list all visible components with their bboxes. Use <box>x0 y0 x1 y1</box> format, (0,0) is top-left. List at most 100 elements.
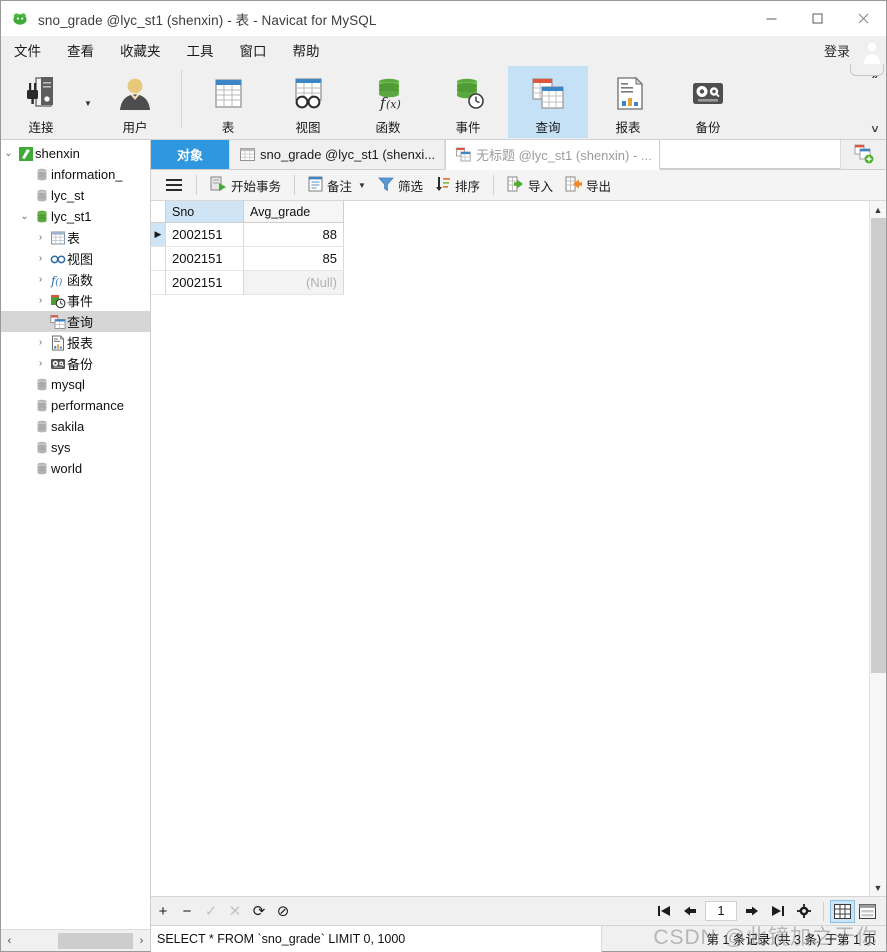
next-page-button[interactable] <box>739 899 765 923</box>
ribbon-button-view[interactable]: 视图 <box>268 66 348 138</box>
stop-button[interactable]: ⊘ <box>271 899 295 924</box>
first-page-button[interactable] <box>651 899 677 923</box>
refresh-button[interactable]: ⟳ <box>247 899 271 924</box>
add-record-button[interactable]: + <box>151 899 175 924</box>
row-gutter[interactable] <box>151 271 166 295</box>
data-grid[interactable]: Sno Avg_grade ▶ 2002151 88 2002151 85 2002151 (N… <box>151 201 869 896</box>
tree-item-事件[interactable]: › 事件 <box>1 290 150 311</box>
ribbon-button-table[interactable]: 表 <box>188 66 268 138</box>
scroll-down-icon[interactable]: ▼ <box>870 879 887 896</box>
export-button[interactable]: 导出 <box>559 172 617 198</box>
form-view-icon[interactable] <box>855 900 880 923</box>
tree-item-lyc_st[interactable]: lyc_st <box>1 185 150 206</box>
grid-scroll-track[interactable] <box>870 218 887 879</box>
menu-favorites[interactable]: 收藏夹 <box>107 37 174 63</box>
sidebar-scroll-thumb[interactable] <box>58 932 133 949</box>
tree-item-shenxin[interactable]: ⌄ shenxin <box>1 143 150 164</box>
tree-item-报表[interactable]: › 报表 <box>1 332 150 353</box>
column-header-avg_grade[interactable]: Avg_grade <box>244 201 344 223</box>
sort-button[interactable]: 排序 <box>429 172 486 198</box>
cancel-changes-button[interactable]: ✕ <box>223 899 247 924</box>
sidebar-horizontal-scrollbar[interactable]: ‹ › <box>1 929 150 951</box>
grid-scroll-thumb[interactable] <box>870 218 886 673</box>
ribbon-button-connection[interactable]: 连接 <box>1 66 81 138</box>
grid-vertical-scrollbar[interactable]: ▲ ▼ <box>869 201 886 896</box>
tab-sno-grade-table[interactable]: sno_grade @lyc_st1 (shenxi... <box>230 139 445 169</box>
tree-item-表[interactable]: › 表 <box>1 227 150 248</box>
tree-expander-icon[interactable]: ⌄ <box>1 148 16 159</box>
row-gutter[interactable] <box>151 247 166 271</box>
apply-changes-button[interactable]: ✓ <box>199 899 223 924</box>
ribbon-button-user[interactable]: 用户 <box>95 66 175 138</box>
begin-transaction-button[interactable]: 开始事务 <box>204 172 287 198</box>
tree-item-sys[interactable]: sys <box>1 437 150 458</box>
new-query-tab-icon[interactable] <box>840 139 886 169</box>
menu-help[interactable]: 帮助 <box>280 37 333 63</box>
cell-avg-grade[interactable]: 85 <box>244 247 344 271</box>
close-button[interactable] <box>840 1 886 36</box>
connection-dropdown-caret-icon[interactable]: ▼ <box>81 64 95 136</box>
tree-expander-icon[interactable]: › <box>33 337 48 348</box>
cell-sno[interactable]: 2002151 <box>166 247 244 271</box>
tree-expander-icon[interactable]: › <box>33 253 48 264</box>
menu-tools[interactable]: 工具 <box>174 37 227 63</box>
login-link[interactable]: 登录 <box>824 41 850 60</box>
navicat-logo-icon <box>12 10 29 27</box>
tree-expander-icon[interactable]: › <box>33 295 48 306</box>
tree-item-information_[interactable]: information_ <box>1 164 150 185</box>
filter-button[interactable]: 筛选 <box>372 172 429 198</box>
current-row-indicator[interactable]: ▶ <box>151 223 166 247</box>
chevron-down-icon[interactable]: ▼ <box>358 181 366 190</box>
grid-view-icon[interactable] <box>830 899 855 923</box>
cell-avg-grade[interactable]: (Null) <box>244 271 344 295</box>
minimize-button[interactable] <box>748 1 794 36</box>
sidebar-scroll-track[interactable] <box>18 931 133 951</box>
current-row-marker-icon: ▶ <box>154 229 162 239</box>
ribbon-button-event[interactable]: 事件 <box>428 66 508 138</box>
delete-record-button[interactable]: − <box>175 899 199 924</box>
tree-item-视图[interactable]: › 视图 <box>1 248 150 269</box>
tab-objects[interactable]: 对象 <box>151 139 230 169</box>
tree-expander-icon[interactable]: › <box>33 358 48 369</box>
table-row[interactable]: 2002151 (Null) <box>151 271 869 295</box>
navicat-window: sno_grade @lyc_st1 (shenxin) - 表 - Navic… <box>0 0 887 952</box>
page-number-input[interactable]: 1 <box>705 901 737 921</box>
ribbon-button-backup[interactable]: 备份 <box>668 66 748 138</box>
tree-item-查询[interactable]: 查询 <box>1 311 150 332</box>
import-button[interactable]: 导入 <box>501 172 559 198</box>
tree-item-lyc_st1[interactable]: ⌄ lyc_st1 <box>1 206 150 227</box>
scroll-left-icon[interactable]: ‹ <box>1 931 18 951</box>
hamburger-icon[interactable] <box>159 172 189 198</box>
ribbon-button-query[interactable]: 查询 <box>508 66 588 138</box>
menu-view[interactable]: 查看 <box>54 37 107 63</box>
cell-avg-grade[interactable]: 88 <box>244 223 344 247</box>
ribbon-button-report[interactable]: 报表 <box>588 66 668 138</box>
tree-item-performance[interactable]: performance <box>1 395 150 416</box>
user-avatar-icon[interactable] <box>858 36 886 64</box>
last-page-button[interactable] <box>765 899 791 923</box>
tree-item-mysql[interactable]: mysql <box>1 374 150 395</box>
column-header-sno[interactable]: Sno <box>166 201 244 223</box>
tree-expander-icon[interactable]: ⌄ <box>17 211 32 222</box>
menu-file[interactable]: 文件 <box>1 37 54 63</box>
cell-sno[interactable]: 2002151 <box>166 271 244 295</box>
tree-expander-icon[interactable]: › <box>33 232 48 243</box>
table-row[interactable]: 2002151 85 <box>151 247 869 271</box>
table-row[interactable]: ▶ 2002151 88 <box>151 223 869 247</box>
tree-expander-icon[interactable]: › <box>33 274 48 285</box>
tree-item-函数[interactable]: › f() 函数 <box>1 269 150 290</box>
chevron-down-icon[interactable]: ˅ <box>871 122 878 136</box>
gear-icon[interactable] <box>791 899 817 923</box>
tab-untitled-query[interactable]: 无标题 @lyc_st1 (shenxin) - ... <box>445 140 660 170</box>
maximize-button[interactable] <box>794 1 840 36</box>
note-button[interactable]: 备注 ▼ <box>302 172 372 198</box>
tree-item-备份[interactable]: › 备份 <box>1 353 150 374</box>
scroll-right-icon[interactable]: › <box>133 931 150 951</box>
scroll-up-icon[interactable]: ▲ <box>870 201 887 218</box>
tree-item-sakila[interactable]: sakila <box>1 416 150 437</box>
menu-window[interactable]: 窗口 <box>227 37 280 63</box>
ribbon-button-function[interactable]: f (x) 函数 <box>348 66 428 138</box>
cell-sno[interactable]: 2002151 <box>166 223 244 247</box>
previous-page-button[interactable] <box>677 899 703 923</box>
tree-item-world[interactable]: world <box>1 458 150 479</box>
